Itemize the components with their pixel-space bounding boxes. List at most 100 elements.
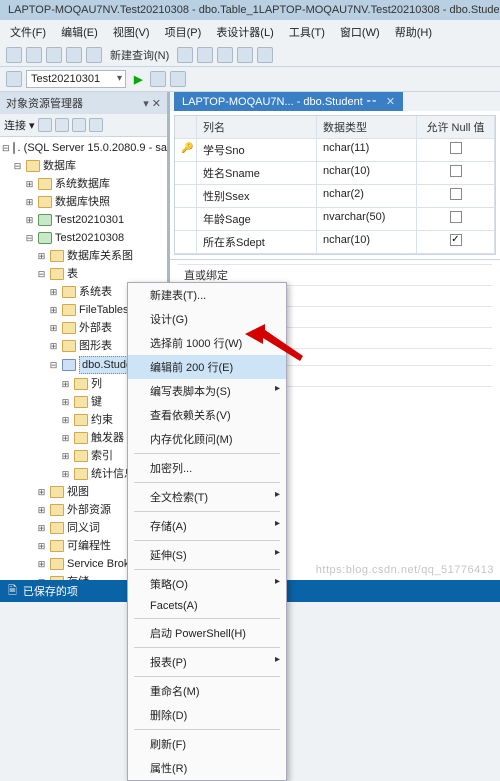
tb-icon-1[interactable]: [177, 47, 193, 63]
conn-icon-3[interactable]: [72, 118, 86, 132]
tree-t2[interactable]: Test20210308: [55, 230, 124, 246]
cell-col-name[interactable]: 学号Sno: [197, 139, 317, 162]
cell-allow-null[interactable]: [417, 208, 495, 231]
col-name-header[interactable]: 列名: [197, 116, 317, 139]
ctx-edit-top[interactable]: 编辑前 200 行(E): [128, 355, 286, 379]
cell-allow-null[interactable]: [417, 162, 495, 185]
cell-col-name[interactable]: 性别Ssex: [197, 185, 317, 208]
cell-col-type[interactable]: nchar(10): [317, 162, 417, 185]
table-row[interactable]: 所在系Sdeptnchar(10): [175, 231, 495, 254]
cell-col-type[interactable]: nchar(10): [317, 231, 417, 254]
tree-triggers[interactable]: 触发器: [91, 430, 124, 446]
tree-t1[interactable]: Test20210301: [55, 212, 124, 228]
ctx-reports[interactable]: 报表(P): [128, 650, 286, 674]
tb-icon-2[interactable]: [197, 47, 213, 63]
ctx-refresh[interactable]: 刷新(F): [128, 732, 286, 756]
ctx-policy[interactable]: 策略(O): [128, 572, 286, 596]
menu-help[interactable]: 帮助(H): [389, 22, 438, 42]
tree-diagram[interactable]: 数据库关系图: [67, 248, 133, 264]
tb2-icon-3[interactable]: [170, 71, 186, 87]
table-row[interactable]: 🔑学号Snonchar(11): [175, 139, 495, 162]
new-file-icon[interactable]: [46, 47, 62, 63]
ctx-script-as[interactable]: 编写表脚本为(S): [128, 379, 286, 403]
ctx-encrypt[interactable]: 加密列...: [128, 456, 286, 480]
ctx-select-top[interactable]: 选择前 1000 行(W): [128, 331, 286, 355]
cell-col-name[interactable]: 所在系Sdept: [197, 231, 317, 254]
ctx-deps[interactable]: 查看依赖关系(V): [128, 403, 286, 427]
conn-icon-4[interactable]: [89, 118, 103, 132]
ctx-props[interactable]: 属性(R): [128, 756, 286, 780]
cell-col-type[interactable]: nchar(11): [317, 139, 417, 162]
table-row[interactable]: 性别Ssexnchar(2): [175, 185, 495, 208]
checkbox-icon[interactable]: [450, 234, 462, 246]
menu-view[interactable]: 视图(V): [107, 22, 156, 42]
checkbox-icon[interactable]: [450, 142, 462, 154]
doc-tab-student[interactable]: LAPTOP-MOQAU7N... - dbo.Student ⁃⁃ ✕: [174, 92, 403, 111]
tree-snapshot[interactable]: 数据库快照: [55, 194, 110, 210]
tree-server[interactable]: . (SQL Server 15.0.2080.9 - sa): [18, 140, 167, 156]
tree-views[interactable]: 视图: [67, 484, 89, 500]
nav-back-icon[interactable]: [6, 47, 22, 63]
ctx-rename[interactable]: 重命名(M): [128, 679, 286, 703]
menu-edit[interactable]: 编辑(E): [55, 22, 104, 42]
panel-pin-icon[interactable]: ▾ ✕: [143, 97, 161, 110]
tree-external[interactable]: 外部表: [79, 320, 112, 336]
context-menu[interactable]: 新建表(T)... 设计(G) 选择前 1000 行(W) 编辑前 200 行(…: [127, 282, 287, 781]
table-row[interactable]: 姓名Snamenchar(10): [175, 162, 495, 185]
tb2-icon-1[interactable]: [6, 71, 22, 87]
tree-prog[interactable]: 可编程性: [67, 538, 111, 554]
menu-tools[interactable]: 工具(T): [283, 22, 331, 42]
ctx-fulltext[interactable]: 全文检索(T): [128, 485, 286, 509]
tree-indexes[interactable]: 索引: [91, 448, 113, 464]
tree-syn[interactable]: 同义词: [67, 520, 100, 536]
new-query-button[interactable]: 新建查询(N): [106, 47, 173, 63]
ctx-storage[interactable]: 存储(A): [128, 514, 286, 538]
open-icon[interactable]: [66, 47, 82, 63]
cell-col-type[interactable]: nchar(2): [317, 185, 417, 208]
tree-filetables[interactable]: FileTables: [79, 302, 129, 318]
tree-constraints[interactable]: 约束: [91, 412, 113, 428]
tab-pin-icon[interactable]: ⁃⁃: [366, 96, 377, 108]
database-combo[interactable]: Test20210301: [26, 70, 126, 88]
ctx-facets[interactable]: Facets(A): [128, 596, 286, 616]
ctx-newtable[interactable]: 新建表(T)...: [128, 283, 286, 307]
menu-designer[interactable]: 表设计器(L): [210, 22, 279, 42]
table-row[interactable]: 年龄Sagenvarchar(50): [175, 208, 495, 231]
tree-cols[interactable]: 列: [91, 376, 102, 392]
checkbox-icon[interactable]: [450, 211, 462, 223]
save-icon[interactable]: [86, 47, 102, 63]
nav-fwd-icon[interactable]: [26, 47, 42, 63]
ctx-powershell[interactable]: 启动 PowerShell(H): [128, 621, 286, 645]
tree-graph[interactable]: 图形表: [79, 338, 112, 354]
menu-file[interactable]: 文件(F): [4, 22, 52, 42]
tree-extres[interactable]: 外部资源: [67, 502, 111, 518]
execute-icon[interactable]: ▶: [130, 73, 146, 86]
tree-systables[interactable]: 系统表: [79, 284, 112, 300]
cell-col-name[interactable]: 年龄Sage: [197, 208, 317, 231]
col-type-header[interactable]: 数据类型: [317, 116, 417, 139]
tree-databases[interactable]: 数据库: [43, 158, 76, 174]
tb-icon-4[interactable]: [237, 47, 253, 63]
tree-tables[interactable]: 表: [67, 266, 78, 282]
cell-allow-null[interactable]: [417, 185, 495, 208]
cell-allow-null[interactable]: [417, 231, 495, 254]
conn-icon-1[interactable]: [38, 118, 52, 132]
ctx-stretch[interactable]: 延伸(S): [128, 543, 286, 567]
checkbox-icon[interactable]: [450, 165, 462, 177]
menu-project[interactable]: 项目(P): [159, 22, 208, 42]
cell-col-type[interactable]: nvarchar(50): [317, 208, 417, 231]
cell-allow-null[interactable]: [417, 139, 495, 162]
ctx-design[interactable]: 设计(G): [128, 307, 286, 331]
ctx-delete[interactable]: 删除(D): [128, 703, 286, 727]
connect-button[interactable]: 连接 ▾: [4, 117, 35, 133]
menu-window[interactable]: 窗口(W): [334, 22, 386, 42]
cell-col-name[interactable]: 姓名Sname: [197, 162, 317, 185]
tb-icon-5[interactable]: [257, 47, 273, 63]
tb2-icon-2[interactable]: [150, 71, 166, 87]
conn-icon-2[interactable]: [55, 118, 69, 132]
tree-keys[interactable]: 键: [91, 394, 102, 410]
column-grid[interactable]: 列名 数据类型 允许 Null 值 🔑学号Snonchar(11) 姓名Snam…: [174, 115, 496, 255]
ctx-memopt[interactable]: 内存优化顾问(M): [128, 427, 286, 451]
tb-icon-3[interactable]: [217, 47, 233, 63]
tab-close-icon[interactable]: ✕: [386, 96, 395, 108]
